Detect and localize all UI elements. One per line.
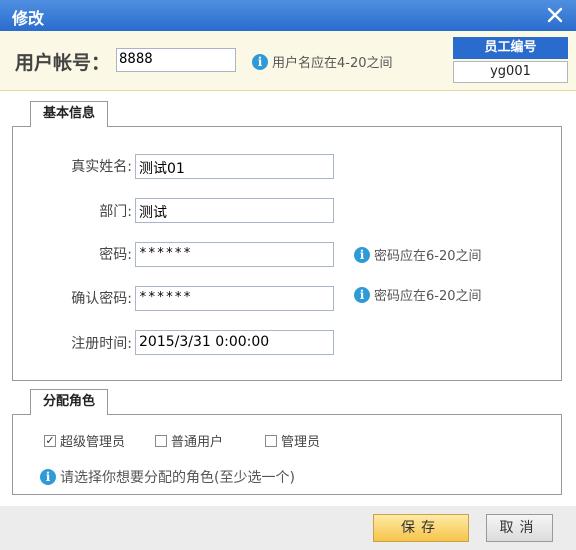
roles-hint: i 请选择你想要分配的角色(至少选一个) [40, 467, 295, 487]
role-label: 超级管理员 [60, 435, 126, 450]
close-icon[interactable] [544, 4, 566, 26]
role-label: 管理员 [281, 435, 321, 450]
account-label: 用户帐号： [15, 52, 111, 74]
real-name-input[interactable]: 测试01 [135, 154, 334, 179]
save-button[interactable]: 保存 [373, 514, 469, 542]
checkbox-checked-icon: ✓ [44, 433, 56, 447]
account-header: 用户帐号： 8888 i 用户名应在4-20之间 员工编号 yg001 [0, 31, 576, 91]
confirm-password-hint: i 密码应在6-20之间 [354, 285, 482, 304]
register-time-label: 注册时间: [71, 336, 132, 352]
register-time-input[interactable]: 2015/3/31 0:00:00 [135, 330, 334, 355]
confirm-password-hint-text: 密码应在6-20之间 [374, 289, 482, 304]
info-icon: i [252, 53, 268, 70]
title-bar: 修改 [0, 0, 576, 31]
account-input[interactable]: 8888 [116, 48, 236, 72]
department-input[interactable]: 测试 [135, 198, 334, 223]
role-label: 普通用户 [171, 435, 224, 450]
info-icon: i [354, 246, 370, 263]
info-icon: i [40, 469, 56, 485]
confirm-password-label: 确认密码: [71, 291, 132, 307]
role-checkbox-super-admin[interactable]: ✓ 超级管理员 [44, 431, 125, 450]
cancel-button[interactable]: 取消 [486, 514, 553, 542]
password-label: 密码: [99, 247, 132, 263]
checkbox-icon [265, 434, 277, 447]
role-checkbox-admin[interactable]: 管理员 [265, 431, 320, 450]
dialog-footer: 保存 取消 [0, 506, 576, 550]
password-hint-text: 密码应在6-20之间 [374, 249, 482, 264]
account-hint: i 用户名应在4-20之间 [252, 52, 393, 71]
account-hint-text: 用户名应在4-20之间 [272, 56, 393, 71]
tab-basic-info[interactable]: 基本信息 [30, 101, 108, 127]
employee-number-value: yg001 [453, 61, 568, 83]
real-name-label: 真实姓名: [71, 159, 132, 175]
window-title: 修改 [12, 9, 45, 28]
department-label: 部门: [99, 204, 132, 220]
role-checkbox-normal-user[interactable]: 普通用户 [155, 431, 223, 450]
password-input[interactable]: ****** [135, 242, 334, 267]
employee-number-label: 员工编号 [453, 37, 568, 59]
tab-roles[interactable]: 分配角色 [30, 389, 108, 415]
password-hint: i 密码应在6-20之间 [354, 245, 482, 264]
checkbox-icon [155, 434, 167, 447]
confirm-password-input[interactable]: ****** [135, 286, 334, 311]
roles-hint-text: 请选择你想要分配的角色(至少选一个) [60, 470, 295, 486]
info-icon: i [354, 286, 370, 303]
